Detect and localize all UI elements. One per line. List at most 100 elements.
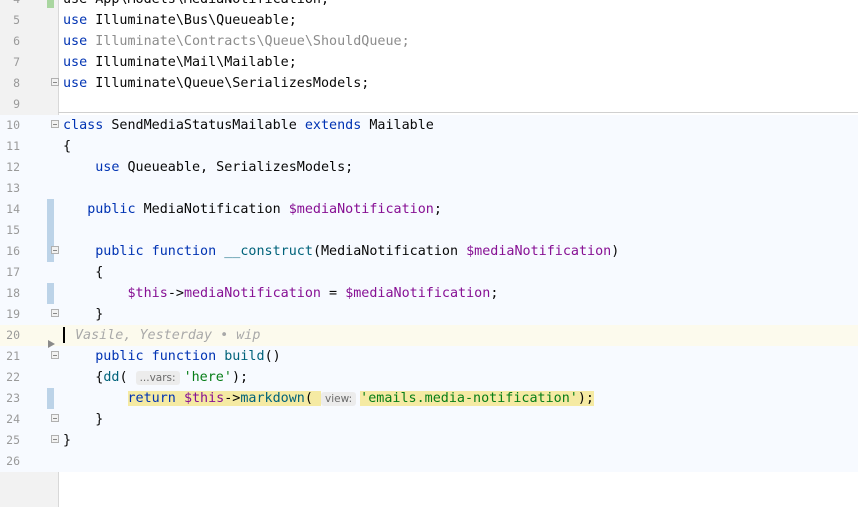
code-token: use bbox=[63, 13, 88, 28]
code-token: build bbox=[224, 349, 265, 364]
code-line[interactable]: 11 { bbox=[0, 136, 858, 157]
code-token: Mailable bbox=[361, 118, 434, 133]
code-line[interactable]: 20 Vasile, Yesterday • wip bbox=[0, 325, 858, 346]
line-number: 18 bbox=[6, 286, 20, 300]
fold-icon[interactable] bbox=[51, 435, 59, 443]
code-token: public function bbox=[95, 349, 217, 364]
code-token: { bbox=[63, 265, 104, 280]
code-token: (MediaNotification bbox=[312, 244, 467, 259]
code-token: MediaNotification bbox=[135, 202, 289, 217]
gutter-arrow-icon[interactable] bbox=[48, 340, 55, 348]
code-token: $mediaNotification bbox=[466, 244, 612, 259]
code-line[interactable]: 6 use Illuminate\Contracts\Queue\ShouldQu… bbox=[0, 31, 858, 52]
git-blame-annotation: Vasile, Yesterday • wip bbox=[75, 328, 261, 343]
code-line[interactable]: 16 public function __construct(MediaNoti… bbox=[0, 241, 858, 262]
line-code: Vasile, Yesterday • wip bbox=[63, 325, 260, 346]
code-token: dd bbox=[103, 370, 120, 385]
code-token: { bbox=[63, 139, 72, 154]
line-number: 9 bbox=[13, 97, 20, 111]
code-token: ( bbox=[304, 391, 321, 406]
code-token: use bbox=[63, 76, 88, 91]
line-number: 17 bbox=[6, 265, 20, 279]
code-line[interactable]: 8 use Illuminate\Queue\SerializesModels; bbox=[0, 73, 858, 94]
code-token: Illuminate\Contracts\Queue\ShouldQueue; bbox=[87, 34, 410, 49]
line-number: 15 bbox=[6, 223, 20, 237]
line-number: 7 bbox=[13, 55, 20, 69]
code-line[interactable]: 24 } bbox=[0, 409, 858, 430]
vcs-changed-marker[interactable] bbox=[47, 283, 54, 304]
fold-icon[interactable] bbox=[51, 78, 59, 86]
code-token: Illuminate\Bus\Queueable; bbox=[87, 13, 297, 28]
code-token: -> bbox=[224, 391, 241, 406]
code-token: $this bbox=[183, 391, 225, 406]
code-token: { bbox=[63, 370, 104, 385]
line-number: 23 bbox=[6, 391, 20, 405]
vcs-changed-marker[interactable] bbox=[47, 388, 54, 409]
code-token: __construct bbox=[224, 244, 313, 259]
line-code: use App\Models\MediaNotification; bbox=[63, 0, 329, 10]
code-line[interactable]: 13 bbox=[0, 178, 858, 199]
line-code: { bbox=[63, 136, 71, 157]
code-line[interactable]: 25} bbox=[0, 430, 858, 451]
code-token: markdown bbox=[240, 391, 305, 406]
code-line[interactable]: 22 {dd( ...vars:'here'); bbox=[0, 367, 858, 388]
fold-icon[interactable] bbox=[51, 120, 59, 128]
vcs-added-marker[interactable] bbox=[47, 0, 54, 8]
code-line[interactable]: 5 use Illuminate\Bus\Queueable; bbox=[0, 10, 858, 31]
line-code: use Illuminate\Bus\Queueable; bbox=[63, 10, 297, 31]
line-number: 6 bbox=[13, 34, 20, 48]
code-line[interactable]: 4 use App\Models\MediaNotification; bbox=[0, 0, 858, 10]
line-code: use Illuminate\Contracts\Queue\ShouldQue… bbox=[63, 31, 410, 52]
line-number: 10 bbox=[6, 118, 20, 132]
code-line[interactable]: 15 bbox=[0, 220, 858, 241]
code-line[interactable]: 7 use Illuminate\Mail\Mailable; bbox=[0, 52, 858, 73]
code-token: 'here' bbox=[183, 370, 232, 385]
code-token: ; bbox=[433, 202, 442, 217]
line-number: 25 bbox=[6, 433, 20, 447]
fold-icon[interactable] bbox=[51, 351, 59, 359]
line-code: return $this->markdown( view:'emails.med… bbox=[63, 388, 594, 409]
code-token: () bbox=[264, 349, 281, 364]
line-code: } bbox=[63, 430, 71, 451]
line-code: } bbox=[63, 409, 103, 430]
line-number: 24 bbox=[6, 412, 20, 426]
code-token: use App\Models\MediaNotification; bbox=[63, 0, 329, 7]
code-token: 'emails.media-notification' bbox=[360, 391, 578, 406]
code-line[interactable]: 19 } bbox=[0, 304, 858, 325]
code-token bbox=[175, 391, 184, 406]
fold-icon[interactable] bbox=[51, 309, 59, 317]
code-editor[interactable]: 4 use App\Models\MediaNotification; 5 use I… bbox=[0, 0, 858, 507]
code-line[interactable]: 21 public function build() bbox=[0, 346, 858, 367]
code-line[interactable]: 26 bbox=[0, 451, 858, 472]
fold-icon[interactable] bbox=[51, 414, 59, 422]
line-number: 19 bbox=[6, 307, 20, 321]
code-token: use bbox=[95, 160, 120, 175]
line-number: 8 bbox=[13, 76, 20, 90]
code-line[interactable]: 10 class SendMediaStatusMailable extends … bbox=[0, 115, 858, 136]
code-line[interactable]: 12 use Queueable, SerializesModels; bbox=[0, 157, 858, 178]
code-line[interactable]: 18 $this->mediaNotification = $mediaNoti… bbox=[0, 283, 858, 304]
code-token: } bbox=[63, 433, 72, 448]
line-code: {dd( ...vars:'here'); bbox=[63, 367, 248, 388]
code-token: public function bbox=[95, 244, 217, 259]
fold-icon[interactable] bbox=[51, 246, 59, 254]
code-token: ); bbox=[577, 391, 594, 406]
code-token: ) bbox=[611, 244, 620, 259]
code-token: $mediaNotification bbox=[288, 202, 434, 217]
code-token: extends bbox=[304, 118, 362, 133]
text-caret bbox=[63, 327, 65, 343]
code-token: } bbox=[63, 412, 104, 427]
line-number: 20 bbox=[6, 328, 20, 342]
code-line[interactable]: 23 return $this->markdown( view:'emails.… bbox=[0, 388, 858, 409]
line-code: public function build() bbox=[63, 346, 281, 367]
code-token: SendMediaStatusMailable bbox=[103, 118, 305, 133]
code-token: return bbox=[127, 391, 176, 406]
code-line[interactable]: 17 { bbox=[0, 262, 858, 283]
line-number: 26 bbox=[6, 454, 20, 468]
code-line[interactable]: 14 public MediaNotification $mediaNotifi… bbox=[0, 199, 858, 220]
